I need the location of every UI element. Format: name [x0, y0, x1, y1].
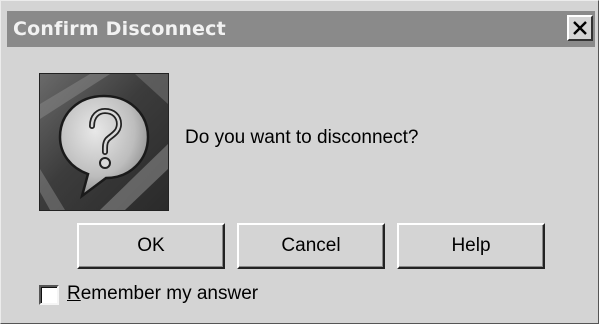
- remember-label-text: emember my answer: [80, 283, 259, 304]
- title-bar: Confirm Disconnect: [7, 11, 595, 47]
- remember-answer-checkbox[interactable]: [39, 285, 59, 305]
- help-button[interactable]: Help: [397, 223, 545, 269]
- window-title: Confirm Disconnect: [13, 18, 226, 40]
- dialog-message: Do you want to disconnect?: [185, 127, 419, 148]
- remember-answer-label[interactable]: Remember my answer: [67, 283, 258, 305]
- question-speech-bubble-icon: [40, 74, 168, 210]
- confirm-disconnect-dialog: Confirm Disconnect Do you want to discon…: [0, 0, 599, 324]
- cancel-button[interactable]: Cancel: [237, 223, 385, 269]
- close-button[interactable]: [567, 15, 593, 41]
- close-x-icon: [573, 21, 587, 35]
- question-icon-image: [39, 73, 169, 211]
- ok-button[interactable]: OK: [77, 223, 225, 269]
- remember-accel-char: R: [67, 283, 81, 304]
